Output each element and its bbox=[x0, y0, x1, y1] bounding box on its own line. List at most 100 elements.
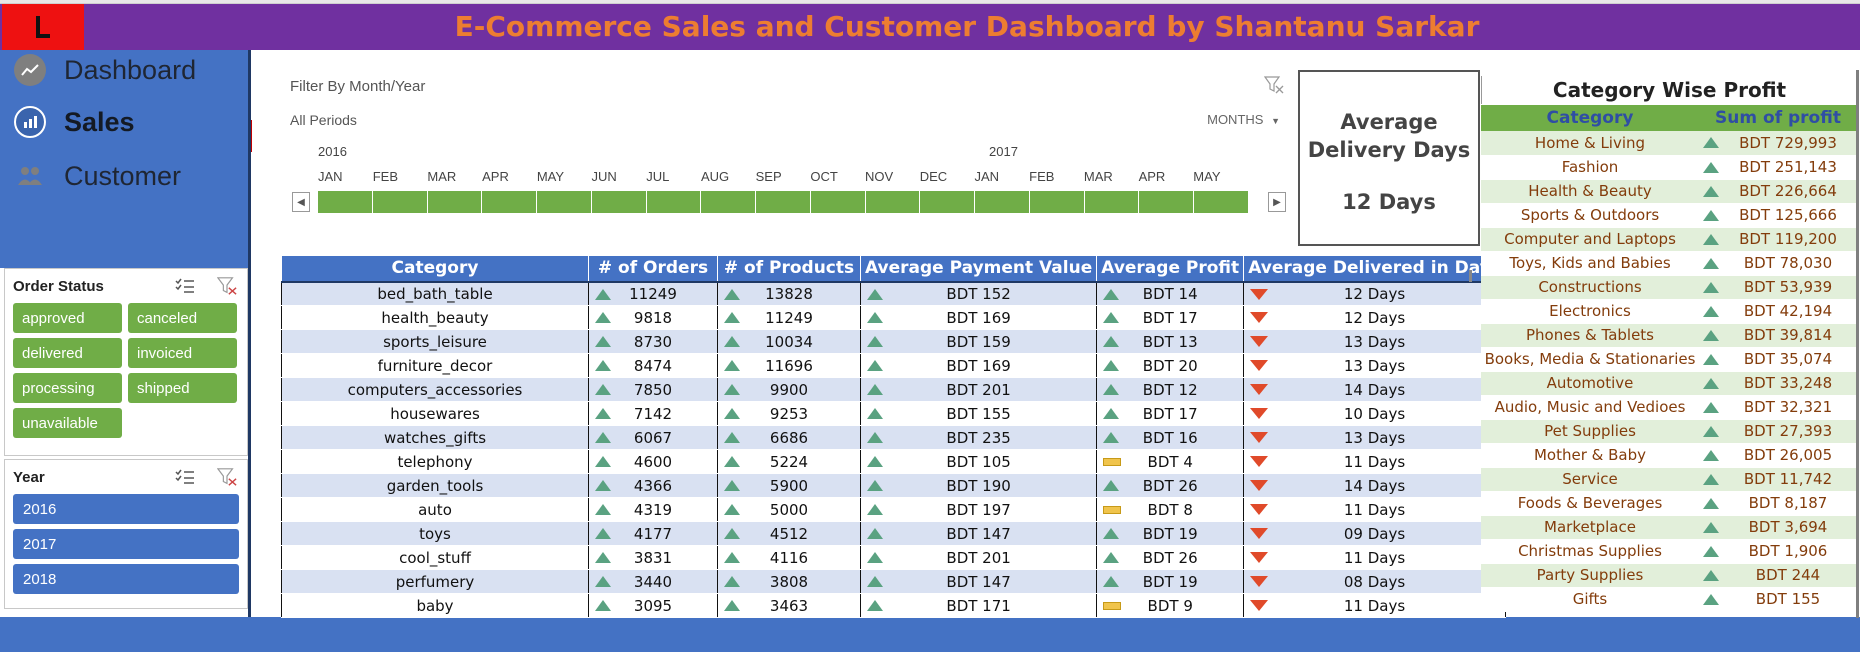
cell-category: furniture_decor bbox=[281, 353, 589, 378]
cell-text: 4319 bbox=[633, 500, 673, 519]
timeline-title: Filter By Month/Year bbox=[290, 78, 426, 95]
nav-panel: Dashboard Sales Customer bbox=[0, 50, 250, 268]
timeline-month-segment[interactable] bbox=[428, 191, 483, 213]
timeline-bar[interactable] bbox=[318, 191, 1248, 213]
profit-category: Sports & Outdoors bbox=[1481, 203, 1699, 228]
timeline-month-segment[interactable] bbox=[647, 191, 702, 213]
trend-up-icon bbox=[724, 408, 740, 419]
scroll-left-icon[interactable]: ◀ bbox=[292, 192, 310, 212]
profit-value: BDT 33,248 bbox=[1743, 374, 1833, 392]
scroll-indicator[interactable] bbox=[1469, 270, 1472, 282]
timeline-month-segment[interactable] bbox=[373, 191, 428, 213]
profit-value: BDT 251,143 bbox=[1739, 158, 1837, 176]
cell-orders: 7142 bbox=[588, 401, 718, 426]
nav-item-sales[interactable]: Sales bbox=[14, 106, 135, 138]
status-canceled[interactable]: canceled bbox=[128, 303, 237, 333]
table-row: sports_leisure 8730 10034 BDT 159 BDT 13 13 D… bbox=[281, 329, 1506, 354]
cell-products: 5900 bbox=[717, 473, 861, 498]
average-delivery-title-line1: Average bbox=[1340, 110, 1438, 134]
profit-value: BDT 3,694 bbox=[1748, 518, 1828, 536]
nav-item-customer[interactable]: Customer bbox=[14, 160, 181, 192]
clear-filter-icon[interactable] bbox=[217, 467, 237, 487]
nav-item-dashboard[interactable]: Dashboard bbox=[14, 54, 196, 86]
trend-up-icon bbox=[1703, 281, 1719, 293]
trend-up-icon bbox=[1703, 137, 1719, 148]
cell-text: BDT 155 bbox=[946, 404, 1011, 423]
timeline-month-segment[interactable] bbox=[811, 191, 866, 213]
cell-text: BDT 171 bbox=[946, 596, 1011, 615]
trend-up-icon bbox=[724, 528, 740, 539]
cell-payment: BDT 105 bbox=[860, 449, 1098, 474]
status-processing[interactable]: processing bbox=[13, 373, 122, 403]
timeline-month-segment[interactable] bbox=[592, 191, 647, 213]
timeline-month-label: JUL bbox=[646, 169, 670, 184]
cell-text: 3095 bbox=[633, 596, 673, 615]
year-2018[interactable]: 2018 bbox=[13, 564, 239, 594]
timeline-unit-dropdown[interactable]: MONTHS ▼ bbox=[1207, 112, 1280, 127]
timeline-month-segment[interactable] bbox=[482, 191, 538, 213]
year-2016[interactable]: 2016 bbox=[13, 494, 239, 524]
cell-category: cool_stuff bbox=[281, 545, 589, 570]
table-row: Constructions BDT 53,939 bbox=[1481, 275, 1857, 300]
profit-value-cell: BDT 226,664 bbox=[1699, 179, 1857, 204]
status-shipped[interactable]: shipped bbox=[128, 373, 237, 403]
trend-down-icon bbox=[1250, 576, 1269, 587]
timeline-month-segment[interactable] bbox=[318, 191, 373, 213]
profit-value-cell: BDT 39,814 bbox=[1699, 323, 1857, 348]
trend-up-icon bbox=[1703, 473, 1719, 485]
trend-up-icon bbox=[724, 456, 740, 467]
timeline-month-segment[interactable] bbox=[975, 191, 1030, 213]
profit-value: BDT 125,666 bbox=[1739, 206, 1837, 224]
timeline-month-label: APR bbox=[1138, 169, 1166, 184]
status-delivered[interactable]: delivered bbox=[13, 338, 122, 368]
cell-text: 3440 bbox=[633, 572, 673, 591]
trend-down-icon bbox=[1250, 336, 1269, 347]
timeline-month-segment[interactable] bbox=[537, 191, 592, 213]
timeline-month-segment[interactable] bbox=[1139, 191, 1195, 213]
timeline-month-segment[interactable] bbox=[1030, 191, 1085, 213]
cell-category: computers_accessories bbox=[281, 377, 589, 402]
cell-text: 13 Days bbox=[1343, 332, 1406, 351]
trend-down-icon bbox=[1250, 384, 1269, 395]
table-row: Phones & Tablets BDT 39,814 bbox=[1481, 323, 1857, 348]
status-invoiced[interactable]: invoiced bbox=[128, 338, 237, 368]
timeline-month-segment[interactable] bbox=[1085, 191, 1140, 213]
cell-days: 08 Days bbox=[1243, 569, 1506, 594]
timeline-month-segment[interactable] bbox=[866, 191, 921, 213]
multi-select-icon[interactable] bbox=[175, 276, 195, 296]
cell-profit: BDT 19 bbox=[1096, 569, 1245, 594]
cell-orders: 8730 bbox=[588, 329, 718, 354]
cell-text: bed_bath_table bbox=[377, 284, 493, 303]
cell-profit: BDT 26 bbox=[1096, 545, 1245, 570]
multi-select-icon[interactable] bbox=[175, 467, 195, 487]
timeline-month-label: MAR bbox=[1083, 169, 1113, 184]
timeline-month-segment[interactable] bbox=[701, 191, 757, 213]
trend-up-icon bbox=[595, 528, 611, 539]
status-approved[interactable]: approved bbox=[13, 303, 122, 333]
profit-category: Fashion bbox=[1481, 155, 1699, 180]
status-unavailable[interactable]: unavailable bbox=[13, 408, 122, 438]
cell-category: watches_gifts bbox=[281, 425, 589, 450]
timeline-month-label: MAY bbox=[536, 169, 565, 184]
timeline-month-label: JAN bbox=[318, 169, 343, 184]
sales-chart-icon bbox=[14, 106, 46, 138]
cell-days: 14 Days bbox=[1243, 377, 1506, 402]
trend-up-icon bbox=[724, 384, 740, 395]
table-row: perfumery 3440 3808 BDT 147 BDT 19 08 Days bbox=[281, 569, 1506, 594]
scroll-right-icon[interactable]: ▶ bbox=[1268, 192, 1286, 212]
cell-payment: BDT 169 bbox=[860, 353, 1098, 378]
timeline-month-segment[interactable] bbox=[1194, 191, 1248, 213]
timeline-month-segment[interactable] bbox=[920, 191, 976, 213]
table-row: Automotive BDT 33,248 bbox=[1481, 371, 1857, 396]
table-row: Health & Beauty BDT 226,664 bbox=[1481, 179, 1857, 204]
cell-profit: BDT 14 bbox=[1096, 281, 1245, 306]
clear-filter-icon[interactable] bbox=[1263, 76, 1284, 97]
clear-filter-icon[interactable] bbox=[217, 276, 237, 296]
timeline-month-segment[interactable] bbox=[756, 191, 811, 213]
cell-text: BDT 19 bbox=[1142, 524, 1198, 543]
profit-value: BDT 53,939 bbox=[1743, 278, 1833, 296]
trend-up-icon bbox=[1103, 360, 1120, 371]
year-2017[interactable]: 2017 bbox=[13, 529, 239, 559]
cell-days: 11 Days bbox=[1243, 545, 1506, 570]
average-delivery-title: Average Delivery Days bbox=[1300, 108, 1478, 164]
